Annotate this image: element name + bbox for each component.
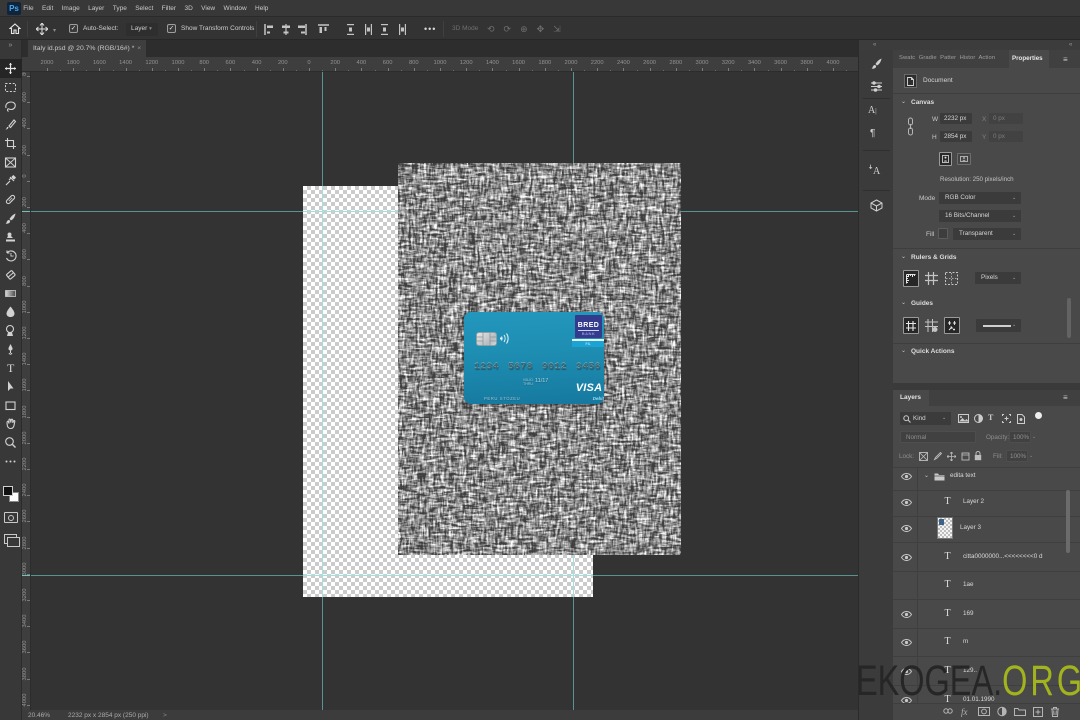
- svg-text:T: T: [7, 361, 15, 374]
- svg-text:fx: fx: [961, 707, 968, 717]
